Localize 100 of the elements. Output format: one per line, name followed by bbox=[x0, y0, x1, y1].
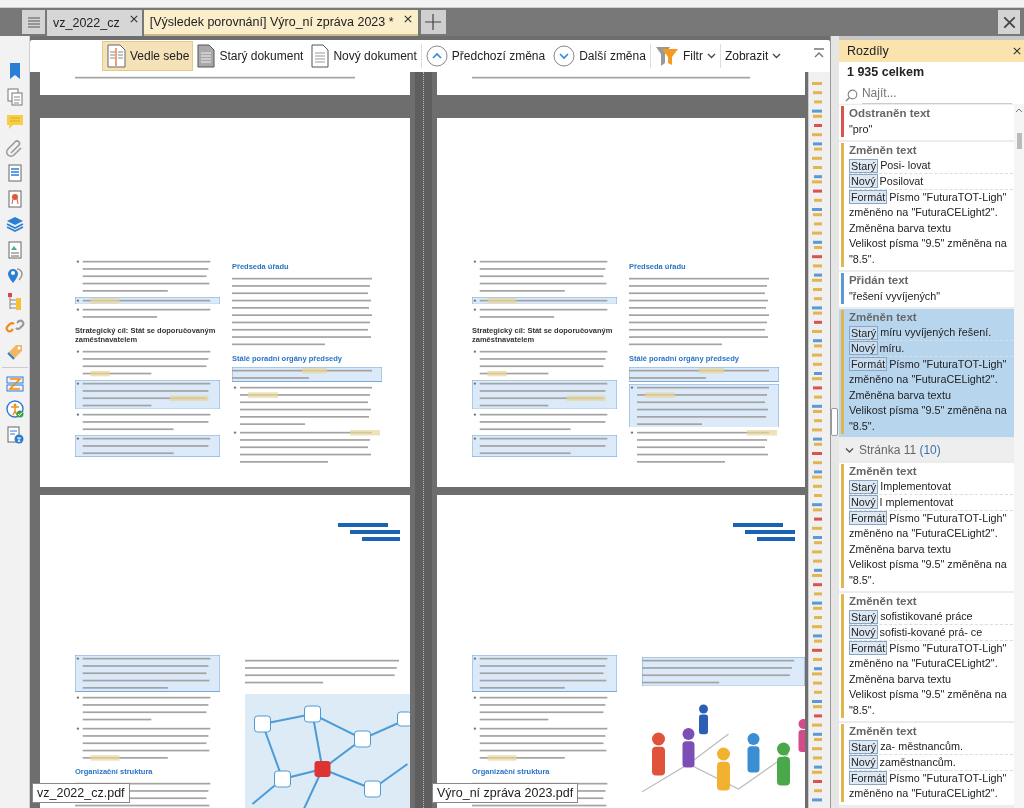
change-text: "8.5". bbox=[848, 572, 876, 588]
close-icon[interactable] bbox=[1002, 15, 1016, 29]
change-text: Písmo "FuturaTOT-Ligh" bbox=[889, 640, 1007, 656]
toolbar-button[interactable]: Filtr bbox=[650, 41, 720, 71]
document-icon bbox=[197, 44, 216, 68]
pages-icon[interactable] bbox=[4, 86, 25, 107]
change-text: Změněna barva textu bbox=[848, 541, 952, 557]
change-item[interactable]: Změněn text Starý Implementovat Nový I mplementovat Formát Písmo "FuturaTOT-Ligh" změněno na "FuturaCELight2". Změněna barva textu Velikost písma "9.5" změněna na "8.5". bbox=[838, 463, 1014, 591]
change-text: Velikost písma "9.5" změněna na bbox=[848, 557, 1008, 572]
layers-icon[interactable] bbox=[4, 214, 25, 234]
change-text: za- městnancům. bbox=[880, 739, 963, 754]
close-icon[interactable] bbox=[1013, 47, 1021, 55]
panel-title: Rozdíly bbox=[846, 44, 889, 58]
document-icon bbox=[311, 44, 330, 68]
change-tag: Nový bbox=[848, 495, 878, 510]
change-tag: Starý bbox=[848, 739, 879, 754]
paperclip-icon[interactable] bbox=[4, 137, 25, 158]
change-text: Posi- lovat bbox=[880, 158, 931, 173]
change-text: "řešení vyvíjených" bbox=[848, 288, 942, 304]
filter-icon bbox=[654, 45, 679, 67]
change-text: Velikost písma "9.5" změněna na bbox=[848, 236, 1008, 251]
toolbar-button[interactable]: Předchozí změna bbox=[421, 41, 550, 71]
change-item[interactable]: Odstraněn text "pro" bbox=[838, 105, 1014, 140]
change-type: Změněn text bbox=[848, 724, 918, 739]
new-tab-button[interactable] bbox=[420, 10, 446, 34]
change-tag: Starý bbox=[848, 609, 879, 624]
close-button[interactable] bbox=[998, 10, 1020, 34]
caret-icon bbox=[772, 53, 782, 59]
change-text: změněno na "FuturaCELight2". bbox=[848, 372, 999, 387]
toolbar-button[interactable]: Zobrazit bbox=[720, 41, 786, 71]
toolbar-button[interactable]: Další změna bbox=[549, 41, 650, 71]
change-tag: Nový bbox=[848, 341, 878, 356]
scrollbar-thumb[interactable] bbox=[1016, 133, 1022, 149]
toolbar-button[interactable]: Starý dokument bbox=[193, 41, 308, 71]
document-tab[interactable]: vz_2022_cz bbox=[47, 10, 142, 36]
change-text: "8.5". bbox=[848, 251, 876, 267]
change-text: Písmo "FuturaTOT-Ligh" bbox=[889, 356, 1007, 372]
change-tag: Nový bbox=[848, 174, 878, 189]
total-count: 1 935 celkem bbox=[845, 64, 926, 81]
accessibility-icon[interactable] bbox=[4, 399, 25, 419]
change-text: "pro" bbox=[848, 121, 874, 137]
change-tag: Starý bbox=[848, 479, 879, 494]
plus-icon bbox=[425, 14, 442, 30]
change-tag: Starý bbox=[848, 325, 879, 340]
change-text: Změněna barva textu bbox=[848, 387, 952, 403]
change-item[interactable]: Změněn text Starý Posi- lovat Nový Posilovat Formát Písmo "FuturaTOT-Ligh" změněno na "FuturaCELight2". Změněna barva textu Velikost písma "9.5" změněna na "8.5". bbox=[838, 142, 1014, 270]
file-name-label: vz_2022_cz.pdf bbox=[32, 783, 130, 803]
change-tag: Formát bbox=[848, 511, 888, 526]
chevron-down-icon bbox=[553, 45, 576, 67]
change-item[interactable]: Změněn text Starý za- městnancům. Nový zaměstnancům. Formát Písmo "FuturaTOT-Ligh" změněno na "FuturaCELight2". bbox=[838, 723, 1014, 805]
scroll-up-icon[interactable] bbox=[1015, 108, 1023, 113]
change-tag: Formát bbox=[848, 771, 888, 786]
change-text: míru vyvíjených řešení. bbox=[880, 325, 992, 340]
change-text: I mplementovat bbox=[879, 494, 954, 510]
change-tag: Starý bbox=[848, 158, 879, 173]
change-tag: Formát bbox=[848, 641, 888, 656]
change-text: zaměstnancům. bbox=[879, 754, 956, 770]
search-icon bbox=[844, 88, 858, 102]
accessibility-document-icon[interactable] bbox=[4, 424, 25, 445]
toolbar-button[interactable]: Vedle sebe bbox=[102, 41, 194, 71]
change-text: změněno na "FuturaCELight2". bbox=[848, 526, 999, 541]
change-text: Změněna barva textu bbox=[848, 671, 952, 687]
change-text: míru. bbox=[879, 340, 905, 356]
change-text: Implementovat bbox=[880, 479, 951, 494]
collapse-icon[interactable] bbox=[813, 48, 825, 60]
menu-button[interactable] bbox=[22, 10, 45, 34]
splitter-handle[interactable] bbox=[831, 408, 838, 436]
change-type: Změněn text bbox=[848, 310, 918, 325]
change-text: "8.5". bbox=[848, 418, 876, 434]
stripes-logo-icon bbox=[338, 520, 400, 544]
change-text: změněno na "FuturaCELight2". bbox=[848, 656, 999, 671]
change-type: Odstraněn text bbox=[848, 106, 932, 121]
file-name-label: Výro_ní zpráva 2023.pdf bbox=[432, 783, 579, 803]
change-item[interactable]: Změněn text Starý míru vyvíjených řešení. Nový míru. Formát Písmo "FuturaTOT-Ligh" změněno na "FuturaCELight2". Změněna barva textu Velikost písma "9.5" změněna na "8.5". bbox=[838, 309, 1014, 437]
change-tag: Formát bbox=[848, 357, 888, 372]
change-type: Přidán text bbox=[848, 273, 910, 288]
change-text: Velikost písma "9.5" změněna na bbox=[848, 687, 1008, 702]
document-tab[interactable]: [Výsledek porovnání] Výro_ní zpráva 2023 * bbox=[143, 10, 418, 36]
change-text: změněno na "FuturaCELight2". bbox=[848, 205, 999, 220]
change-text: Písmo "FuturaTOT-Ligh" bbox=[889, 189, 1007, 205]
change-item[interactable]: Změněn text Starý sofistikované práce Nový sofisti-kované prá- ce Formát Písmo "FuturaTOT-Ligh" změněno na "FuturaCELight2". Změněna barva textu Velikost písma "9.5" změněna na "8.5". bbox=[838, 593, 1014, 721]
change-text: Posilovat bbox=[879, 173, 924, 189]
toolbar-button[interactable]: Nový dokument bbox=[307, 41, 421, 71]
side-by-side-icon bbox=[106, 44, 126, 68]
menu-icon bbox=[27, 16, 40, 28]
close-icon[interactable] bbox=[403, 15, 412, 23]
change-text: "8.5". bbox=[848, 702, 876, 718]
change-tag: Nový bbox=[848, 625, 878, 640]
change-text: sofisti-kované prá- ce bbox=[879, 624, 983, 640]
change-text: Písmo "FuturaTOT-Ligh" bbox=[889, 510, 1007, 526]
close-icon[interactable] bbox=[129, 15, 138, 23]
change-text: Změněna barva textu bbox=[848, 220, 952, 236]
change-type: Změněn text bbox=[848, 594, 918, 609]
change-text: Velikost písma "9.5" změněna na bbox=[848, 403, 1008, 418]
change-type: Změněn text bbox=[848, 464, 918, 479]
compare-icon[interactable] bbox=[4, 373, 25, 394]
change-type: Změněn text bbox=[848, 143, 918, 158]
change-tag: Nový bbox=[848, 755, 878, 770]
change-text: Písmo "FuturaTOT-Ligh" bbox=[889, 770, 1007, 786]
change-item[interactable]: Přidán text "řešení vyvíjených" bbox=[838, 272, 1014, 307]
